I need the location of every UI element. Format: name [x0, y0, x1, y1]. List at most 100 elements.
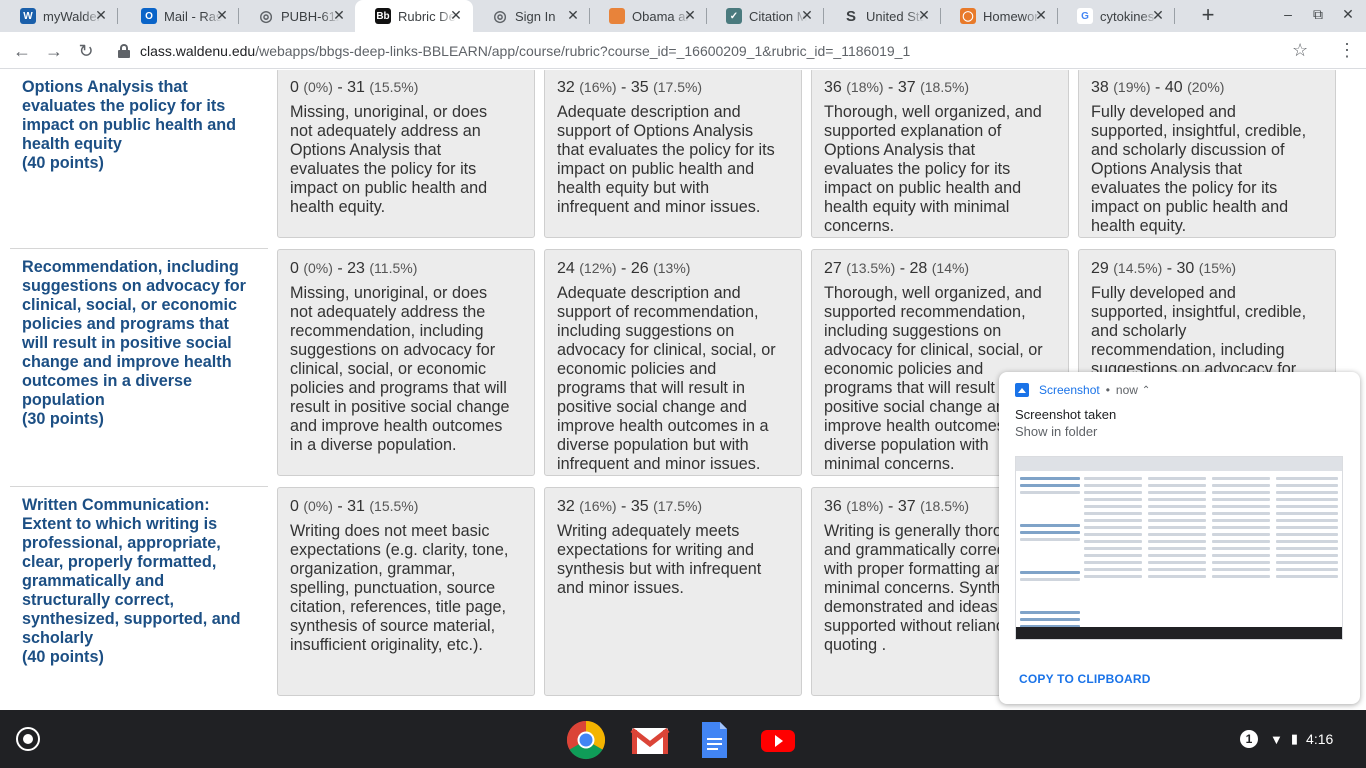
criterion-label: Options Analysis that evaluates the polic… — [22, 78, 258, 173]
close-tab-icon[interactable]: ✕ — [1034, 8, 1048, 22]
url-path: /webapps/bbgs-deep-links-BBLEARN/app/cou… — [255, 43, 911, 59]
rubric-cell[interactable]: 38 (19%) - 40 (20%) Fully developed and su… — [1078, 70, 1336, 238]
rubric-cell[interactable]: 0 (0%) - 31 (15.5%) Missing, unoriginal, … — [277, 70, 535, 238]
level-description: Fully developed and supported, insightful… — [1091, 284, 1323, 379]
url-host: class.waldenu.edu — [140, 43, 256, 59]
close-tab-icon[interactable]: ✕ — [566, 8, 580, 22]
back-icon[interactable]: ← — [10, 39, 34, 63]
score-high-pct: (17.5%) — [653, 79, 703, 95]
browser-tab[interactable]: Bb Rubric Detail✕ — [355, 0, 473, 32]
rubric-cell[interactable]: 32 (16%) - 35 (17.5%) Adequate descriptio… — [544, 70, 802, 238]
browser-tab[interactable]: ✓ Citation Machine✕ — [706, 0, 824, 32]
score-low-pct: (14.5%) — [1113, 260, 1163, 276]
description-line: spelling, punctuation, source — [290, 579, 496, 597]
criterion-label-line: will result in positive social — [22, 334, 232, 352]
rubric-cell[interactable]: 36 (18%) - 37 (18.5%) Thorough, well orga… — [811, 70, 1069, 238]
rubric-cell[interactable]: 0 (0%) - 23 (11.5%) Missing, unoriginal, … — [277, 249, 535, 476]
minimize-button[interactable]: – — [1278, 6, 1298, 26]
youtube-icon[interactable] — [758, 720, 798, 760]
description-line: recommendation, including — [290, 322, 484, 340]
forward-icon[interactable]: → — [42, 39, 66, 63]
criterion-label-line: clinical, social, or economic — [22, 296, 238, 314]
tab-title: United States — [866, 8, 924, 24]
system-tray[interactable]: 1 ▼ ▮ 4:16 — [1240, 727, 1333, 751]
score-low: 27 — [824, 260, 842, 277]
close-tab-icon[interactable]: ✕ — [94, 8, 108, 22]
score-dash: - — [616, 79, 631, 96]
reload-icon[interactable]: ↻ — [74, 39, 98, 63]
launcher-icon[interactable] — [16, 727, 40, 751]
description-line: advocacy for clinical, social, or — [824, 341, 1043, 359]
criterion-label: Recommendation, including suggestions on … — [22, 258, 258, 429]
chrome-icon[interactable] — [566, 720, 606, 760]
close-tab-icon[interactable]: ✕ — [800, 8, 814, 22]
score-high-pct: (11.5%) — [369, 260, 418, 276]
collapse-chevron-icon[interactable]: ⌃ — [1142, 385, 1150, 396]
screenshot-thumbnail[interactable] — [1015, 456, 1343, 640]
criterion-label-line: outcomes in a diverse — [22, 372, 193, 390]
description-line: Fully developed and — [1091, 284, 1236, 302]
score-low-pct: (19%) — [1113, 79, 1151, 95]
score-range: 36 (18%) - 37 (18.5%) — [824, 77, 1056, 98]
close-tab-icon[interactable]: ✕ — [449, 8, 463, 22]
score-low: 0 — [290, 498, 299, 515]
browser-tab[interactable]: ◎ Sign In ✕ — [472, 0, 590, 32]
description-line: Thorough, well organized, and — [824, 103, 1042, 121]
score-high: 31 — [347, 79, 365, 96]
score-low: 36 — [824, 498, 842, 515]
criterion-label-line: policies and programs that — [22, 315, 229, 333]
gmail-icon[interactable] — [630, 720, 670, 760]
notification-app-name: Screenshot — [1039, 383, 1100, 397]
rubric-cell[interactable]: 24 (12%) - 26 (13%) Adequate description … — [544, 249, 802, 476]
browser-tab[interactable]: ◯ Homework ✕ — [940, 0, 1058, 32]
browser-tab[interactable]: ◎ PUBH-6127✕ — [238, 0, 356, 32]
wifi-icon: ▼ — [1270, 731, 1283, 747]
browser-tab[interactable]: O Mail - Rasha✕ — [121, 0, 239, 32]
criterion-label-line: (30 points) — [22, 410, 104, 428]
criterion-label-line: suggestions on advocacy for — [22, 277, 246, 295]
score-dash: - — [616, 260, 631, 277]
maximize-button[interactable]: ⧉ — [1308, 6, 1328, 26]
description-line: synthesis but with infrequent — [557, 560, 762, 578]
description-line: policies and programs that will — [290, 379, 507, 397]
close-tab-icon[interactable]: ✕ — [215, 8, 229, 22]
bookmark-star-icon[interactable]: ☆ — [1292, 40, 1308, 61]
description-line: suggestions on advocacy for — [290, 341, 496, 359]
description-line: that evaluates the policy for its — [557, 141, 775, 159]
criterion-label: Written Communication: Extent to which wr… — [22, 496, 258, 667]
tab-title: PUBH-6127 — [281, 8, 339, 24]
tab-title: cytokines — [1100, 8, 1155, 24]
tab-title: Rubric Detail — [398, 8, 456, 24]
new-tab-button[interactable]: + — [1196, 4, 1220, 28]
browser-tab[interactable]: Gcytokines ✕ — [1057, 0, 1175, 32]
docs-icon[interactable] — [694, 720, 734, 760]
description-line: improve health outcomes in a — [557, 417, 769, 435]
screenshot-notification[interactable]: Screenshot • now ⌃ Screenshot taken Show… — [999, 372, 1360, 704]
copy-to-clipboard-button[interactable]: COPY TO CLIPBOARD — [1019, 672, 1151, 686]
close-tab-icon[interactable]: ✕ — [683, 8, 697, 22]
score-high: 23 — [347, 260, 365, 277]
description-line: diverse population but with — [557, 436, 749, 454]
globe-icon: ◎ — [493, 8, 507, 25]
address-bar[interactable]: class.waldenu.edu/webapps/bbgs-deep-link… — [108, 37, 1320, 65]
criterion-label-line: structurally correct, — [22, 591, 175, 609]
browser-tab[interactable]: WmyWalden ✕ — [0, 0, 118, 32]
description-line: and scholarly — [1091, 322, 1187, 340]
close-window-button[interactable]: ✕ — [1338, 6, 1358, 26]
show-in-folder-link[interactable]: Show in folder — [1015, 424, 1097, 439]
score-low: 0 — [290, 79, 299, 96]
level-description: Fully developed and supported, insightful… — [1091, 103, 1323, 236]
description-line: and minor issues. — [557, 579, 684, 597]
browser-tab[interactable]: Obama and✕ — [589, 0, 707, 32]
close-tab-icon[interactable]: ✕ — [332, 8, 346, 22]
rubric-cell[interactable]: 0 (0%) - 31 (15.5%) Writing does not meet… — [277, 487, 535, 696]
browser-toolbar: ← → ↻ class.waldenu.edu/webapps/bbgs-dee… — [0, 32, 1366, 69]
score-low-pct: (13.5%) — [846, 260, 896, 276]
browser-tab[interactable]: S United States✕ — [823, 0, 941, 32]
rubric-cell[interactable]: 32 (16%) - 35 (17.5%) Writing adequately … — [544, 487, 802, 696]
menu-kebab-icon[interactable]: ⋮ — [1338, 40, 1356, 61]
description-line: Adequate description and — [557, 103, 741, 121]
close-tab-icon[interactable]: ✕ — [1151, 8, 1165, 22]
description-line: clinical, social, or economic — [290, 360, 487, 378]
close-tab-icon[interactable]: ✕ — [917, 8, 931, 22]
